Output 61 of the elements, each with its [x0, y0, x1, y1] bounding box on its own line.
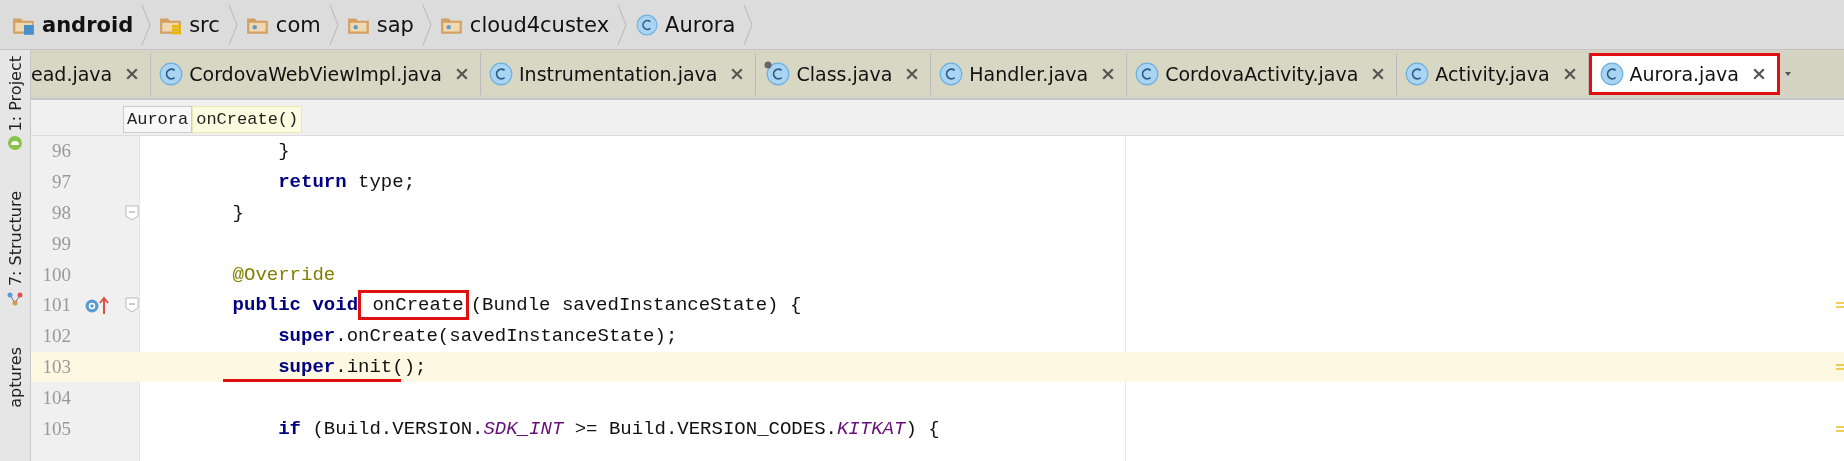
breadcrumb-item[interactable]: src: [151, 12, 228, 37]
editor-tab[interactable]: Activity.java: [1397, 53, 1589, 95]
editor-tab[interactable]: CordovaWebViewImpl.java: [151, 53, 481, 95]
code-text: return type;: [277, 171, 416, 194]
tool-window-tab[interactable]: 1: Project: [0, 56, 30, 152]
code-text: @Override: [231, 263, 336, 286]
line-number: 105: [41, 417, 71, 440]
class-icon: [1135, 62, 1160, 86]
method-breadcrumb[interactable]: onCreate(): [192, 106, 303, 133]
breadcrumb-separator-icon: [421, 4, 432, 45]
close-icon[interactable]: [1563, 68, 1576, 80]
close-icon[interactable]: [1102, 68, 1115, 80]
method-breadcrumb[interactable]: Aurora: [123, 106, 193, 133]
editor-tab[interactable]: Class.java: [756, 53, 932, 95]
code-text: if (Build.VERSION.SDK_INT >= Build.VERSION_CODES.KITKAT) {: [277, 417, 940, 440]
line-number: 100: [41, 263, 71, 286]
android-icon: [7, 135, 23, 152]
close-icon[interactable]: [731, 68, 744, 80]
pin-icon: [764, 61, 773, 69]
tool-window-tab[interactable]: 7: Structure: [0, 191, 30, 307]
breadcrumb-item[interactable]: Aurora: [627, 12, 744, 37]
close-icon[interactable]: [1372, 68, 1385, 80]
breadcrumb-separator-icon: [328, 4, 339, 45]
breadcrumb-separator-icon: [617, 4, 628, 45]
close-icon[interactable]: [456, 68, 468, 80]
breadcrumb-item[interactable]: sap: [338, 12, 422, 37]
line-number: 99: [51, 232, 71, 255]
editor-tab[interactable]: ead.java: [31, 53, 152, 95]
breadcrumb-item[interactable]: android: [4, 12, 142, 37]
editor-tab[interactable]: CordovaActivity.java: [1127, 53, 1398, 95]
close-icon[interactable]: [126, 68, 139, 80]
structure-icon: [7, 290, 23, 307]
class-icon: [939, 62, 964, 86]
code-text: super.init();: [277, 355, 427, 378]
code-text: }: [277, 140, 290, 163]
breadcrumb-item[interactable]: cloud4custex: [431, 12, 618, 37]
editor-tab[interactable]: Instrumentation.java: [481, 53, 757, 95]
class-icon: [159, 62, 184, 86]
breadcrumb-separator-icon: [141, 4, 152, 45]
line-number: 98: [51, 202, 71, 224]
line-number: 96: [51, 140, 71, 163]
close-icon[interactable]: [906, 68, 919, 80]
class-icon: [489, 62, 513, 86]
line-number: 104: [41, 386, 71, 409]
class-icon: [635, 13, 660, 36]
class-icon: [766, 62, 791, 86]
line-number: 102: [41, 325, 71, 348]
override-icon[interactable]: [84, 295, 112, 316]
close-icon[interactable]: [1752, 68, 1765, 80]
code-text: }: [231, 202, 244, 224]
line-number: 97: [51, 171, 71, 194]
line-number: 101: [41, 294, 71, 317]
breadcrumb-separator-icon: [227, 4, 238, 45]
editor-tab[interactable]: Aurora.java: [1588, 53, 1780, 95]
class-icon: [1405, 62, 1430, 86]
breadcrumb-separator-icon: [743, 4, 754, 45]
editor-tab[interactable]: Handler.java: [931, 53, 1128, 95]
breadcrumb-item[interactable]: com: [237, 12, 329, 37]
class-icon: [1599, 62, 1624, 86]
tool-window-tab[interactable]: aptures: [0, 346, 30, 408]
code-text: super.onCreate(savedInstanceState);: [277, 325, 678, 348]
